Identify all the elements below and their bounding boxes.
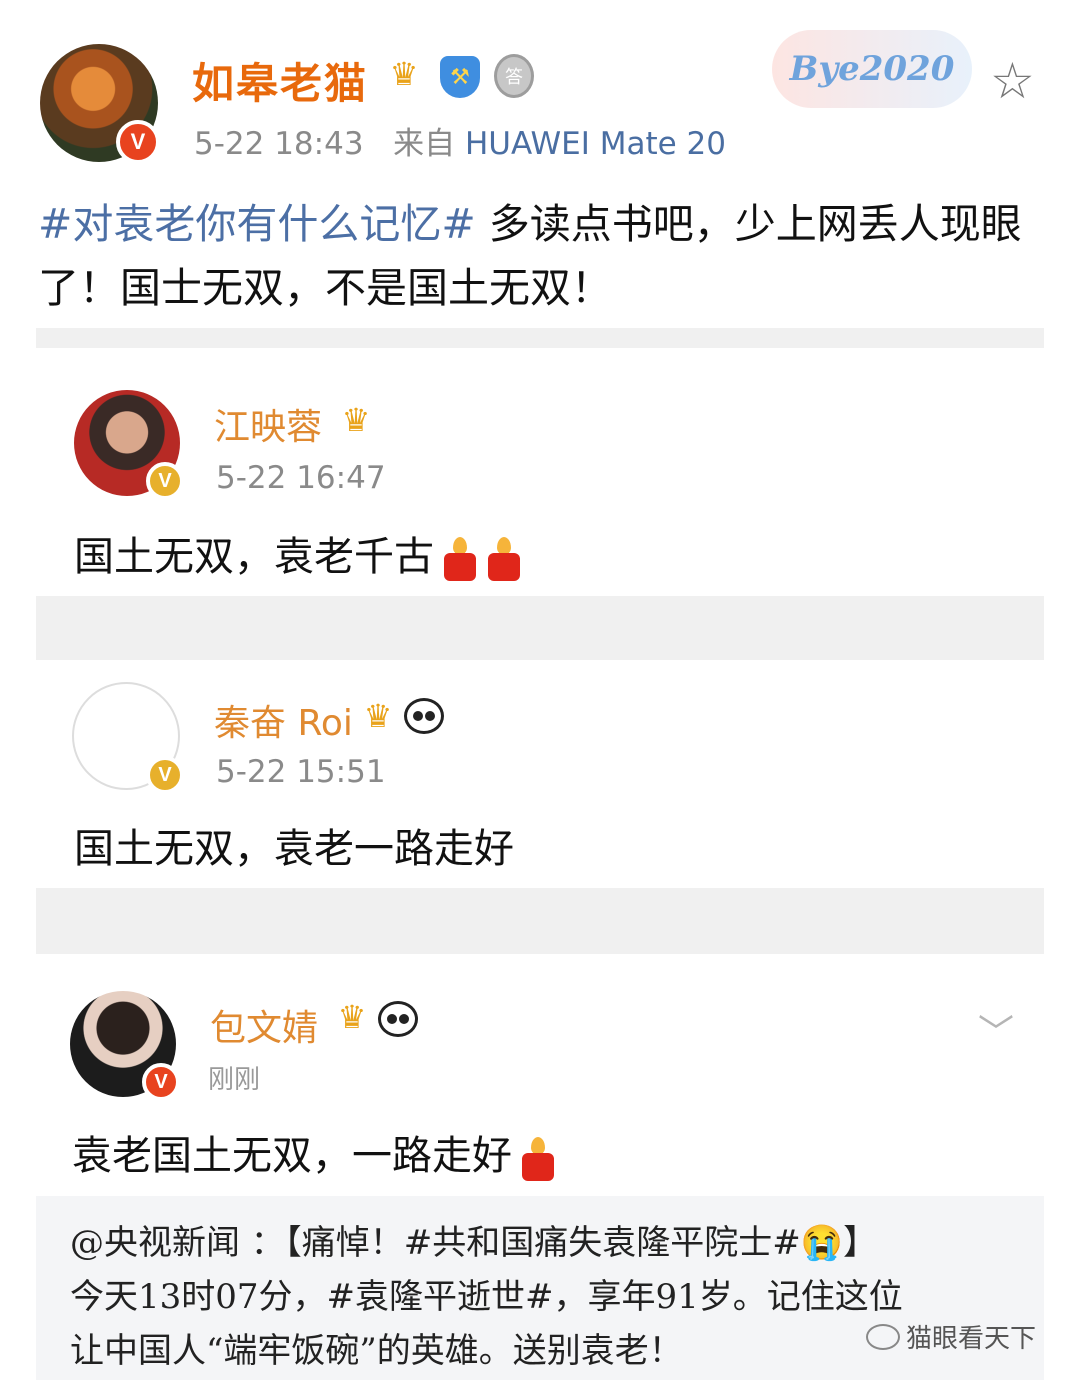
weibo-screenshot: V 如皋老猫 ♛ ⚒ 答 Bye2020 ☆ 5-22 18:43 来自 HUA… bbox=[0, 0, 1080, 1380]
crown-icon: ♛ bbox=[341, 401, 371, 439]
divider bbox=[36, 596, 1044, 660]
chevron-down-icon[interactable]: ﹀ bbox=[978, 1004, 1014, 1056]
watermark-text: 猫眼看天下 bbox=[906, 1324, 1037, 1354]
comment-text: 袁老国土无双，一路走好 bbox=[72, 1123, 556, 1181]
post-source: HUAWEI Mate 20 bbox=[464, 126, 726, 162]
comment-text: 国土无双，袁老一路走好 bbox=[74, 826, 514, 872]
commenter-name[interactable]: 包文婧 bbox=[210, 999, 318, 1051]
author-name[interactable]: 如皋老猫 bbox=[192, 50, 368, 111]
divider bbox=[36, 888, 1044, 954]
verified-v-icon: V bbox=[116, 120, 160, 164]
commenter-name[interactable]: 秦奋 Roi bbox=[214, 694, 353, 746]
wechat-icon bbox=[866, 1323, 900, 1350]
panda-icon bbox=[404, 698, 444, 734]
avatar[interactable]: V bbox=[70, 991, 180, 1101]
comment-card: V 秦奋 Roi ♛ 5-22 15:51 国土无双，袁老一路走好 bbox=[36, 660, 1044, 888]
verified-v-icon: V bbox=[142, 1063, 180, 1101]
bye-2020-badge: Bye2020 bbox=[772, 30, 972, 108]
post-hashtag[interactable]: #对袁老你有什么记忆# bbox=[38, 200, 476, 248]
star-icon[interactable]: ☆ bbox=[990, 56, 1035, 106]
avatar[interactable]: V bbox=[72, 682, 184, 794]
post-text: #对袁老你有什么记忆# 多读点书吧，少上网丢人现眼了！国士无双，不是国土无双！ bbox=[38, 192, 1048, 320]
shield-hammer-icon: ⚒ bbox=[440, 56, 480, 98]
verified-v-icon: V bbox=[146, 462, 184, 500]
repost-line: @央视新闻 ：【痛悼！#共和国痛失袁隆平院士#😭】 bbox=[70, 1223, 878, 1263]
avatar[interactable]: V bbox=[40, 44, 160, 164]
comment-text-content: 国土无双，袁老千古 bbox=[74, 534, 434, 580]
comment-text-content: 袁老国土无双，一路走好 bbox=[72, 1133, 512, 1179]
post-meta: 5-22 18:43 来自 HUAWEI Mate 20 bbox=[194, 118, 726, 163]
watermark: 猫眼看天下 bbox=[866, 1318, 1036, 1355]
candle-icon bbox=[520, 1137, 556, 1181]
comment-time: 5-22 15:51 bbox=[216, 754, 386, 790]
verified-v-icon: V bbox=[146, 756, 184, 794]
crown-icon: ♛ bbox=[363, 697, 393, 735]
post-time: 5-22 18:43 bbox=[194, 126, 364, 162]
comment-time: 5-22 16:47 bbox=[216, 460, 386, 496]
post-header: V 如皋老猫 ♛ ⚒ 答 Bye2020 ☆ 5-22 18:43 来自 HUA… bbox=[0, 0, 1080, 175]
comment-card: V 江映蓉 ♛ 5-22 16:47 国土无双，袁老千古 bbox=[36, 350, 1044, 595]
avatar[interactable]: V bbox=[74, 390, 184, 500]
commenter-name[interactable]: 江映蓉 bbox=[214, 398, 322, 450]
candle-icon bbox=[442, 537, 478, 581]
comment-time: 刚刚 bbox=[208, 1065, 261, 1095]
medal-icon: 答 bbox=[494, 54, 534, 98]
candle-icon bbox=[486, 537, 522, 581]
comment-text: 国土无双，袁老千古 bbox=[74, 524, 522, 582]
divider bbox=[36, 328, 1044, 348]
source-prefix: 来自 bbox=[393, 126, 456, 162]
panda-icon bbox=[378, 1001, 418, 1037]
repost-line: 今天13时07分，#袁隆平逝世#，享年91岁。记住这位 bbox=[70, 1277, 903, 1317]
crown-icon: ♛ bbox=[337, 998, 367, 1036]
comment-card: V 包文婧 ♛ 刚刚 袁老国土无双，一路走好 bbox=[36, 955, 1044, 1196]
crown-icon: ♛ bbox=[389, 55, 419, 93]
